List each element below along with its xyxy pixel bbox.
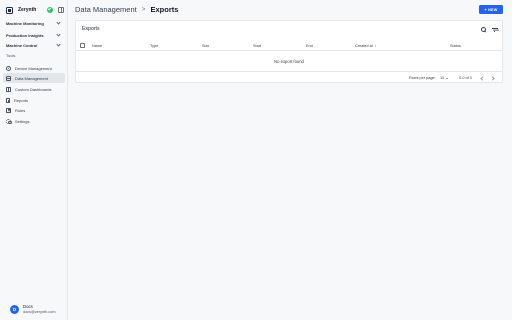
table-pagination: Rows per page: 10 0-0 of 0 bbox=[76, 71, 502, 83]
nav-group-production-insights[interactable]: Production Insights bbox=[6, 31, 62, 39]
avatar: D bbox=[10, 305, 19, 314]
user-name: Docs bbox=[23, 304, 33, 309]
breadcrumb: Data Management > Exports bbox=[75, 4, 178, 14]
nav-group-machine-control[interactable]: Machine Control bbox=[6, 41, 62, 49]
table-header: Name Type Size Start End Created at ↓ Sta… bbox=[76, 40, 502, 51]
column-header-start[interactable]: Start bbox=[253, 44, 261, 48]
brand-name: Zerynth bbox=[18, 7, 37, 13]
sidebar-item-rules[interactable]: Rules bbox=[3, 105, 65, 115]
connection-check-icon bbox=[47, 6, 53, 13]
sidebar-item-label: Data Management bbox=[15, 75, 48, 81]
column-header-end[interactable]: End bbox=[306, 44, 313, 48]
chevron-down-icon bbox=[56, 20, 61, 25]
sidebar-item-data-management[interactable]: Data Management bbox=[3, 73, 65, 83]
column-header-created-at[interactable]: Created at ↓ bbox=[355, 44, 377, 48]
card-title: Exports bbox=[82, 26, 100, 32]
rows-per-page-select[interactable]: 10 bbox=[440, 76, 448, 80]
next-page-icon[interactable] bbox=[490, 76, 494, 80]
rules-icon bbox=[6, 107, 11, 113]
dashboard-icon bbox=[6, 86, 11, 92]
column-header-type[interactable]: Type bbox=[150, 44, 158, 48]
breadcrumb-parent[interactable]: Data Management bbox=[75, 5, 137, 14]
gear-icon bbox=[6, 65, 11, 71]
column-header-name[interactable]: Name bbox=[92, 44, 102, 48]
column-header-status[interactable]: Status bbox=[450, 44, 461, 48]
brand[interactable]: Zerynth bbox=[6, 5, 66, 15]
chevron-down-icon bbox=[56, 42, 61, 47]
sidebar-item-device-management[interactable]: Device Management bbox=[3, 63, 65, 73]
exports-card: Exports Name Type Size Start End Created… bbox=[75, 20, 503, 83]
sidebar-item-label: Reports bbox=[14, 97, 29, 103]
document-icon bbox=[6, 97, 10, 103]
sidebar-item-label: Custom Dashboards bbox=[15, 86, 52, 92]
sidebar-item-label: Rules bbox=[15, 107, 26, 113]
tools-section-label: Tools bbox=[6, 53, 16, 58]
pagination-range: 0-0 of 0 bbox=[459, 76, 472, 80]
previous-page-icon[interactable] bbox=[480, 76, 484, 80]
zerynth-logo-icon bbox=[6, 6, 13, 14]
nav-group-machine-monitoring[interactable]: Machine Monitoring bbox=[6, 19, 62, 27]
sidebar-item-reports[interactable]: Reports bbox=[3, 95, 65, 105]
nav-group-label: Machine Monitoring bbox=[6, 20, 44, 26]
column-header-label: Created at bbox=[355, 43, 373, 48]
user-profile[interactable]: D Docs docs@zerynth.com bbox=[10, 304, 66, 316]
search-icon[interactable] bbox=[480, 26, 487, 33]
empty-state-message: No export found bbox=[274, 59, 304, 64]
filter-icon[interactable] bbox=[491, 26, 498, 33]
column-header-size[interactable]: Size bbox=[202, 44, 209, 48]
database-icon bbox=[6, 75, 11, 81]
rows-per-page-label: Rows per page: bbox=[409, 76, 436, 80]
sidebar-toggle-icon[interactable] bbox=[58, 6, 64, 13]
sidebar-item-custom-dashboards[interactable]: Custom Dashboards bbox=[3, 84, 65, 94]
sort-down-icon: ↓ bbox=[374, 43, 377, 48]
nav-group-label: Machine Control bbox=[6, 42, 38, 48]
nav-group-label: Production Insights bbox=[6, 32, 44, 38]
rows-per-page-value: 10 bbox=[440, 76, 445, 80]
new-export-button[interactable]: + NEW bbox=[479, 5, 503, 14]
sidebar-item-label: Settings bbox=[15, 118, 30, 124]
caret-down-icon bbox=[445, 77, 448, 79]
select-all-checkbox[interactable] bbox=[80, 43, 85, 48]
settings-icon bbox=[6, 118, 12, 124]
breadcrumb-separator: > bbox=[141, 5, 146, 13]
user-email: docs@zerynth.com bbox=[23, 310, 56, 314]
sidebar-item-label: Device Management bbox=[15, 65, 52, 71]
sidebar: Zerynth Machine Monitoring Production In… bbox=[0, 0, 68, 320]
sidebar-item-settings[interactable]: Settings bbox=[3, 116, 65, 126]
chevron-down-icon bbox=[56, 32, 61, 37]
page-title: Exports bbox=[150, 4, 179, 14]
